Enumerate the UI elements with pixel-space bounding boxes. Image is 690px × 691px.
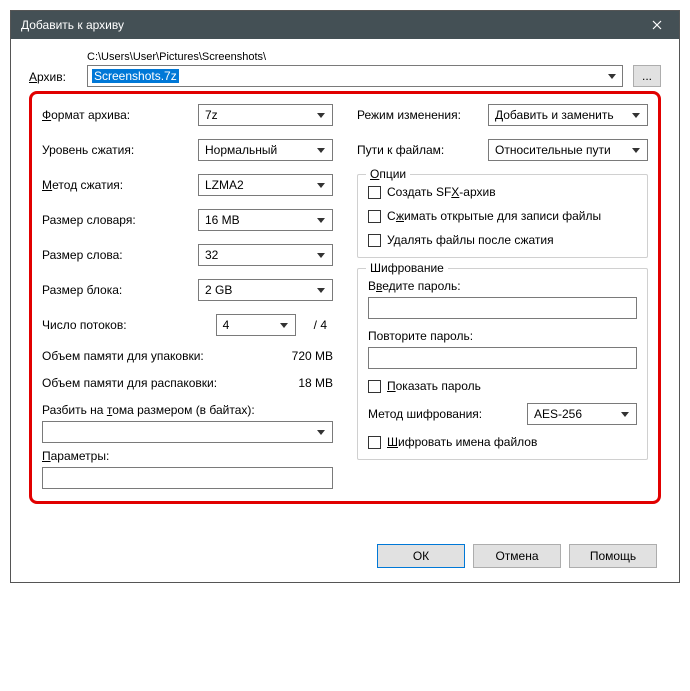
paths-select[interactable]: Относительные пути	[488, 139, 648, 161]
chevron-down-icon	[314, 245, 328, 265]
password-label: Введите пароль:	[368, 279, 637, 293]
mem-unpack-value: 18 MB	[281, 376, 333, 390]
method-select[interactable]: LZMA2	[198, 174, 333, 196]
chevron-down-icon	[314, 140, 328, 160]
mode-select[interactable]: Добавить и заменить	[488, 104, 648, 126]
mem-pack-value: 720 MB	[281, 349, 333, 363]
method-label: Метод сжатия:	[42, 178, 198, 192]
split-label: Разбить на тома размером (в байтах):	[42, 403, 333, 417]
archive-label: Архив:	[29, 70, 77, 87]
archive-name-value: Screenshots.7z	[92, 69, 179, 83]
params-input[interactable]	[42, 467, 333, 489]
close-button[interactable]	[635, 11, 679, 39]
left-column: Формат архива: 7z Уровень сжатия: Нормал…	[42, 104, 333, 489]
dict-label: Размер словаря:	[42, 213, 198, 227]
close-icon	[652, 20, 662, 30]
format-label: Формат архива:	[42, 108, 198, 122]
format-select[interactable]: 7z	[198, 104, 333, 126]
show-password-checkbox[interactable]	[368, 380, 381, 393]
mem-unpack-label: Объем памяти для распаковки:	[42, 376, 281, 390]
titlebar: Добавить к архиву	[11, 11, 679, 39]
block-select[interactable]: 2 GB	[198, 279, 333, 301]
level-label: Уровень сжатия:	[42, 143, 198, 157]
chevron-down-icon	[629, 140, 643, 160]
cancel-button[interactable]: Отмена	[473, 544, 561, 568]
level-select[interactable]: Нормальный	[198, 139, 333, 161]
mode-label: Режим изменения:	[357, 108, 488, 122]
delete-after-label: Удалять файлы после сжатия	[387, 233, 554, 247]
encrypt-names-label: Шифровать имена файлов	[387, 435, 537, 449]
password2-input[interactable]	[368, 347, 637, 369]
enc-method-label: Метод шифрования:	[368, 407, 527, 421]
dict-select[interactable]: 16 MB	[198, 209, 333, 231]
highlighted-region: Формат архива: 7z Уровень сжатия: Нормал…	[29, 91, 661, 504]
chevron-down-icon	[314, 210, 328, 230]
archive-path-col: C:\Users\User\Pictures\Screenshots\ Scre…	[87, 51, 623, 87]
titlebar-title: Добавить к архиву	[21, 18, 635, 32]
chevron-down-icon	[314, 280, 328, 300]
chevron-down-icon	[618, 404, 632, 424]
show-password-label: Показать пароль	[387, 379, 481, 393]
options-group: Опции Создать SFX-архив Сжимать открытые…	[357, 174, 648, 258]
right-column: Режим изменения: Добавить и заменить Пут…	[357, 104, 648, 489]
sfx-checkbox[interactable]	[368, 186, 381, 199]
chevron-down-icon	[277, 315, 291, 335]
block-label: Размер блока:	[42, 283, 198, 297]
encrypt-names-checkbox[interactable]	[368, 436, 381, 449]
threads-label: Число потоков:	[42, 318, 216, 332]
chevron-down-icon	[314, 175, 328, 195]
threads-max: / 4	[296, 318, 333, 332]
params-label: Параметры:	[42, 449, 333, 463]
archive-row: Архив: C:\Users\User\Pictures\Screenshot…	[29, 51, 661, 87]
password2-label: Повторите пароль:	[368, 329, 637, 343]
browse-button[interactable]: ...	[633, 65, 661, 87]
help-button[interactable]: Помощь	[569, 544, 657, 568]
word-label: Размер слова:	[42, 248, 198, 262]
encryption-legend: Шифрование	[366, 261, 448, 275]
encryption-group: Шифрование Введите пароль: Повторите пар…	[357, 268, 648, 460]
options-legend: Опции	[366, 167, 410, 181]
password-input[interactable]	[368, 297, 637, 319]
word-select[interactable]: 32	[198, 244, 333, 266]
archive-name-combo[interactable]: Screenshots.7z	[87, 65, 623, 87]
compress-open-label: Сжимать открытые для записи файлы	[387, 209, 601, 223]
sfx-label: Создать SFX-архив	[387, 185, 496, 199]
mem-pack-label: Объем памяти для упаковки:	[42, 349, 281, 363]
archive-path: C:\Users\User\Pictures\Screenshots\	[87, 51, 623, 63]
chevron-down-icon	[314, 105, 328, 125]
chevron-down-icon	[603, 68, 620, 84]
split-combo[interactable]	[42, 421, 333, 443]
dialog-window: Добавить к архиву Архив: C:\Users\User\P…	[10, 10, 680, 583]
paths-label: Пути к файлам:	[357, 143, 488, 157]
ok-button[interactable]: ОК	[377, 544, 465, 568]
compress-open-checkbox[interactable]	[368, 210, 381, 223]
dialog-content: Архив: C:\Users\User\Pictures\Screenshot…	[11, 39, 679, 582]
chevron-down-icon	[629, 105, 643, 125]
enc-method-select[interactable]: AES-256	[527, 403, 637, 425]
threads-select[interactable]: 4	[216, 314, 296, 336]
chevron-down-icon	[314, 422, 328, 442]
delete-after-checkbox[interactable]	[368, 234, 381, 247]
button-row: ОК Отмена Помощь	[29, 544, 661, 568]
